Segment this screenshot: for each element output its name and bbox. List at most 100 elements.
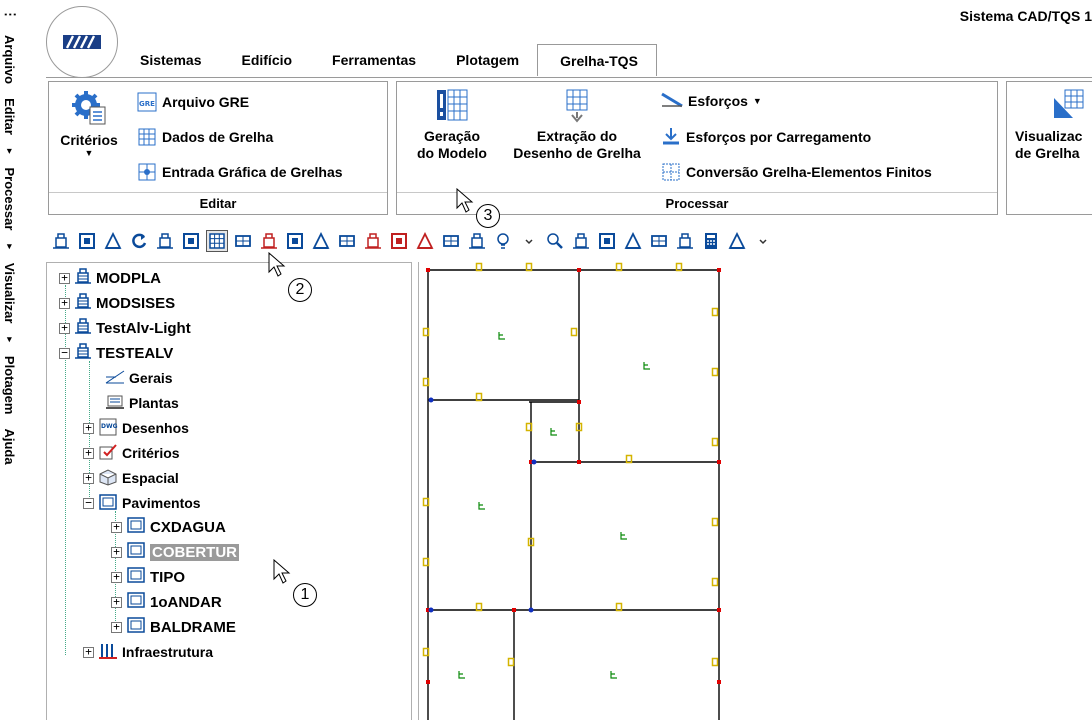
tree-label-pavimentos: Pavimentos <box>122 495 201 511</box>
toolbar-fundacao-button[interactable] <box>362 230 384 252</box>
toolbar-laje-button[interactable] <box>284 230 306 252</box>
expand-icon[interactable]: + <box>59 297 70 309</box>
menu-ajuda[interactable]: Ajuda <box>3 428 18 464</box>
toolbar-carga-button[interactable] <box>258 230 280 252</box>
collapse-icon[interactable]: − <box>59 347 70 359</box>
geracao-line1: Geração <box>423 128 481 144</box>
toolbar-pavimento-button[interactable] <box>440 230 462 252</box>
dados-grelha-label: Dados de Grelha <box>162 129 274 145</box>
expand-icon[interactable]: + <box>111 596 122 608</box>
extracao-desenho-button[interactable]: Extração do Desenho de Grelha <box>497 88 657 162</box>
tree-node-gerais[interactable]: Gerais <box>105 367 173 389</box>
criterios-button[interactable]: Critérios ▼ <box>59 90 119 158</box>
tree-node-testealv[interactable]: − TESTEALV <box>59 342 173 364</box>
expand-icon[interactable]: + <box>111 571 122 583</box>
menu-editar[interactable]: Editar <box>3 98 18 135</box>
toolbar-tabela-button[interactable] <box>726 230 748 252</box>
tab-sistemas[interactable]: Sistemas <box>118 46 219 76</box>
expand-icon[interactable]: + <box>59 322 70 334</box>
collapse-icon[interactable]: − <box>83 497 94 509</box>
expand-icon[interactable]: + <box>111 521 122 533</box>
tree-node-desenhos[interactable]: + DWG Desenhos <box>83 417 189 439</box>
tree-node-pavimentos[interactable]: − Pavimentos <box>83 492 201 514</box>
tab-plotagem[interactable]: Plotagem <box>434 46 537 76</box>
tree-node-baldrame[interactable]: + BALDRAME <box>111 616 236 638</box>
conversao-button[interactable]: Conversão Grelha-Elementos Finitos <box>661 162 932 182</box>
toolbar-dropdown-button[interactable] <box>518 230 540 252</box>
toolbar-medir-button[interactable] <box>336 230 358 252</box>
toolbar-abrir-button[interactable] <box>102 230 124 252</box>
tree-node-criterios[interactable]: + Critérios <box>83 442 180 464</box>
expand-icon[interactable]: + <box>83 646 94 658</box>
building-icon <box>74 267 92 289</box>
support-marker <box>711 307 719 317</box>
expand-icon[interactable]: + <box>83 422 94 434</box>
edificio-icon <box>53 233 69 249</box>
fundacao-icon <box>365 233 381 249</box>
toolbar-armadura-button[interactable] <box>388 230 410 252</box>
lampada-icon <box>497 233 509 249</box>
expand-icon[interactable]: + <box>83 447 94 459</box>
tree-node-modsises[interactable]: + MODSISES <box>59 292 175 314</box>
toolbar-lampada-button[interactable] <box>492 230 514 252</box>
toolbar-edificio-button[interactable] <box>50 230 72 252</box>
toolbar-visualizar-button[interactable] <box>570 230 592 252</box>
menu-overflow-icon[interactable]: ⋮ <box>2 8 18 21</box>
toolbar-espacial-button[interactable] <box>310 230 332 252</box>
group-editar: Critérios ▼ GRE Arquivo GRE Dados de Gre… <box>48 81 388 215</box>
geracao-modelo-button[interactable]: Geração do Modelo <box>411 88 493 162</box>
tree-node-testalv-light[interactable]: + TestAlv-Light <box>59 317 191 339</box>
toolbar-more-button[interactable] <box>752 230 774 252</box>
toolbar-apoio-button[interactable] <box>648 230 670 252</box>
esforcos-carregamento-button[interactable]: Esforços por Carregamento <box>661 127 871 147</box>
dados-grelha-button[interactable]: Dados de Grelha <box>137 127 273 147</box>
criterios-gear-icon <box>72 91 106 125</box>
menu-plotagem[interactable]: Plotagem <box>3 356 18 415</box>
toolbar-planta-button[interactable] <box>180 230 202 252</box>
tab-grelha-tqs[interactable]: Grelha-TQS <box>537 44 657 76</box>
menu-visualizar[interactable]: Visualizar <box>3 263 18 323</box>
prumada-icon <box>469 233 485 249</box>
menu-processar[interactable]: Processar <box>3 168 18 231</box>
toolbar-etiqueta-button[interactable] <box>674 230 696 252</box>
toolbar-atualizar-button[interactable] <box>128 230 150 252</box>
tree-node-modpla[interactable]: + MODPLA <box>59 267 161 289</box>
tree-label-modpla: MODPLA <box>96 269 161 287</box>
tab-ferramentas[interactable]: Ferramentas <box>310 46 434 76</box>
menu-arquivo[interactable]: Arquivo <box>3 35 18 84</box>
tree-node-espacial[interactable]: + Espacial <box>83 467 179 489</box>
app-title: Sistema CAD/TQS 1 <box>959 8 1092 24</box>
tree-node-1oandar[interactable]: + 1oANDAR <box>111 591 222 613</box>
toolbar-zoom-button[interactable] <box>544 230 566 252</box>
expand-icon[interactable]: + <box>111 621 122 633</box>
tree-node-cxdagua[interactable]: + CXDAGUA <box>111 516 226 538</box>
toolbar-calculadora-button[interactable] <box>700 230 722 252</box>
toolbar-relatorio-button[interactable] <box>596 230 618 252</box>
tree-node-cobertur[interactable]: + COBERTUR <box>111 541 239 563</box>
toolbar-esforco-button[interactable] <box>622 230 644 252</box>
expand-icon[interactable]: + <box>83 472 94 484</box>
entrada-grafica-button[interactable]: Entrada Gráfica de Grelhas <box>137 162 343 182</box>
toolbar-viga-button[interactable] <box>232 230 254 252</box>
esforcos-icon <box>661 92 683 108</box>
toolbar-grade-button[interactable] <box>414 230 436 252</box>
tree-node-plantas[interactable]: Plantas <box>105 392 179 414</box>
app-logo-button[interactable] <box>46 6 118 78</box>
slab-label-marker <box>643 362 650 370</box>
tree-node-tipo[interactable]: + TIPO <box>111 566 185 588</box>
dropdown-icon <box>525 239 533 245</box>
toolbar-editar-edificio-button[interactable] <box>76 230 98 252</box>
menu-visualizar-arrow-icon: ▸ <box>5 337 16 342</box>
toolbar-pilar-button[interactable] <box>154 230 176 252</box>
esforcos-dropdown-button[interactable]: Esforços ▼ <box>661 92 762 110</box>
toolbar-grelha-button[interactable] <box>206 230 228 252</box>
grid-drawing-canvas[interactable] <box>418 262 1092 720</box>
arquivo-gre-button[interactable]: GRE Arquivo GRE <box>137 92 249 112</box>
tree-node-infraestrutura[interactable]: + Infraestrutura <box>83 641 213 663</box>
expand-icon[interactable]: + <box>111 546 122 558</box>
tab-edificio[interactable]: Edifício <box>219 46 310 76</box>
visualizar-grelha-button[interactable]: Visualizac de Grelha <box>1015 88 1092 162</box>
expand-icon[interactable]: + <box>59 272 70 284</box>
espacial-icon <box>312 232 330 249</box>
toolbar-prumada-button[interactable] <box>466 230 488 252</box>
